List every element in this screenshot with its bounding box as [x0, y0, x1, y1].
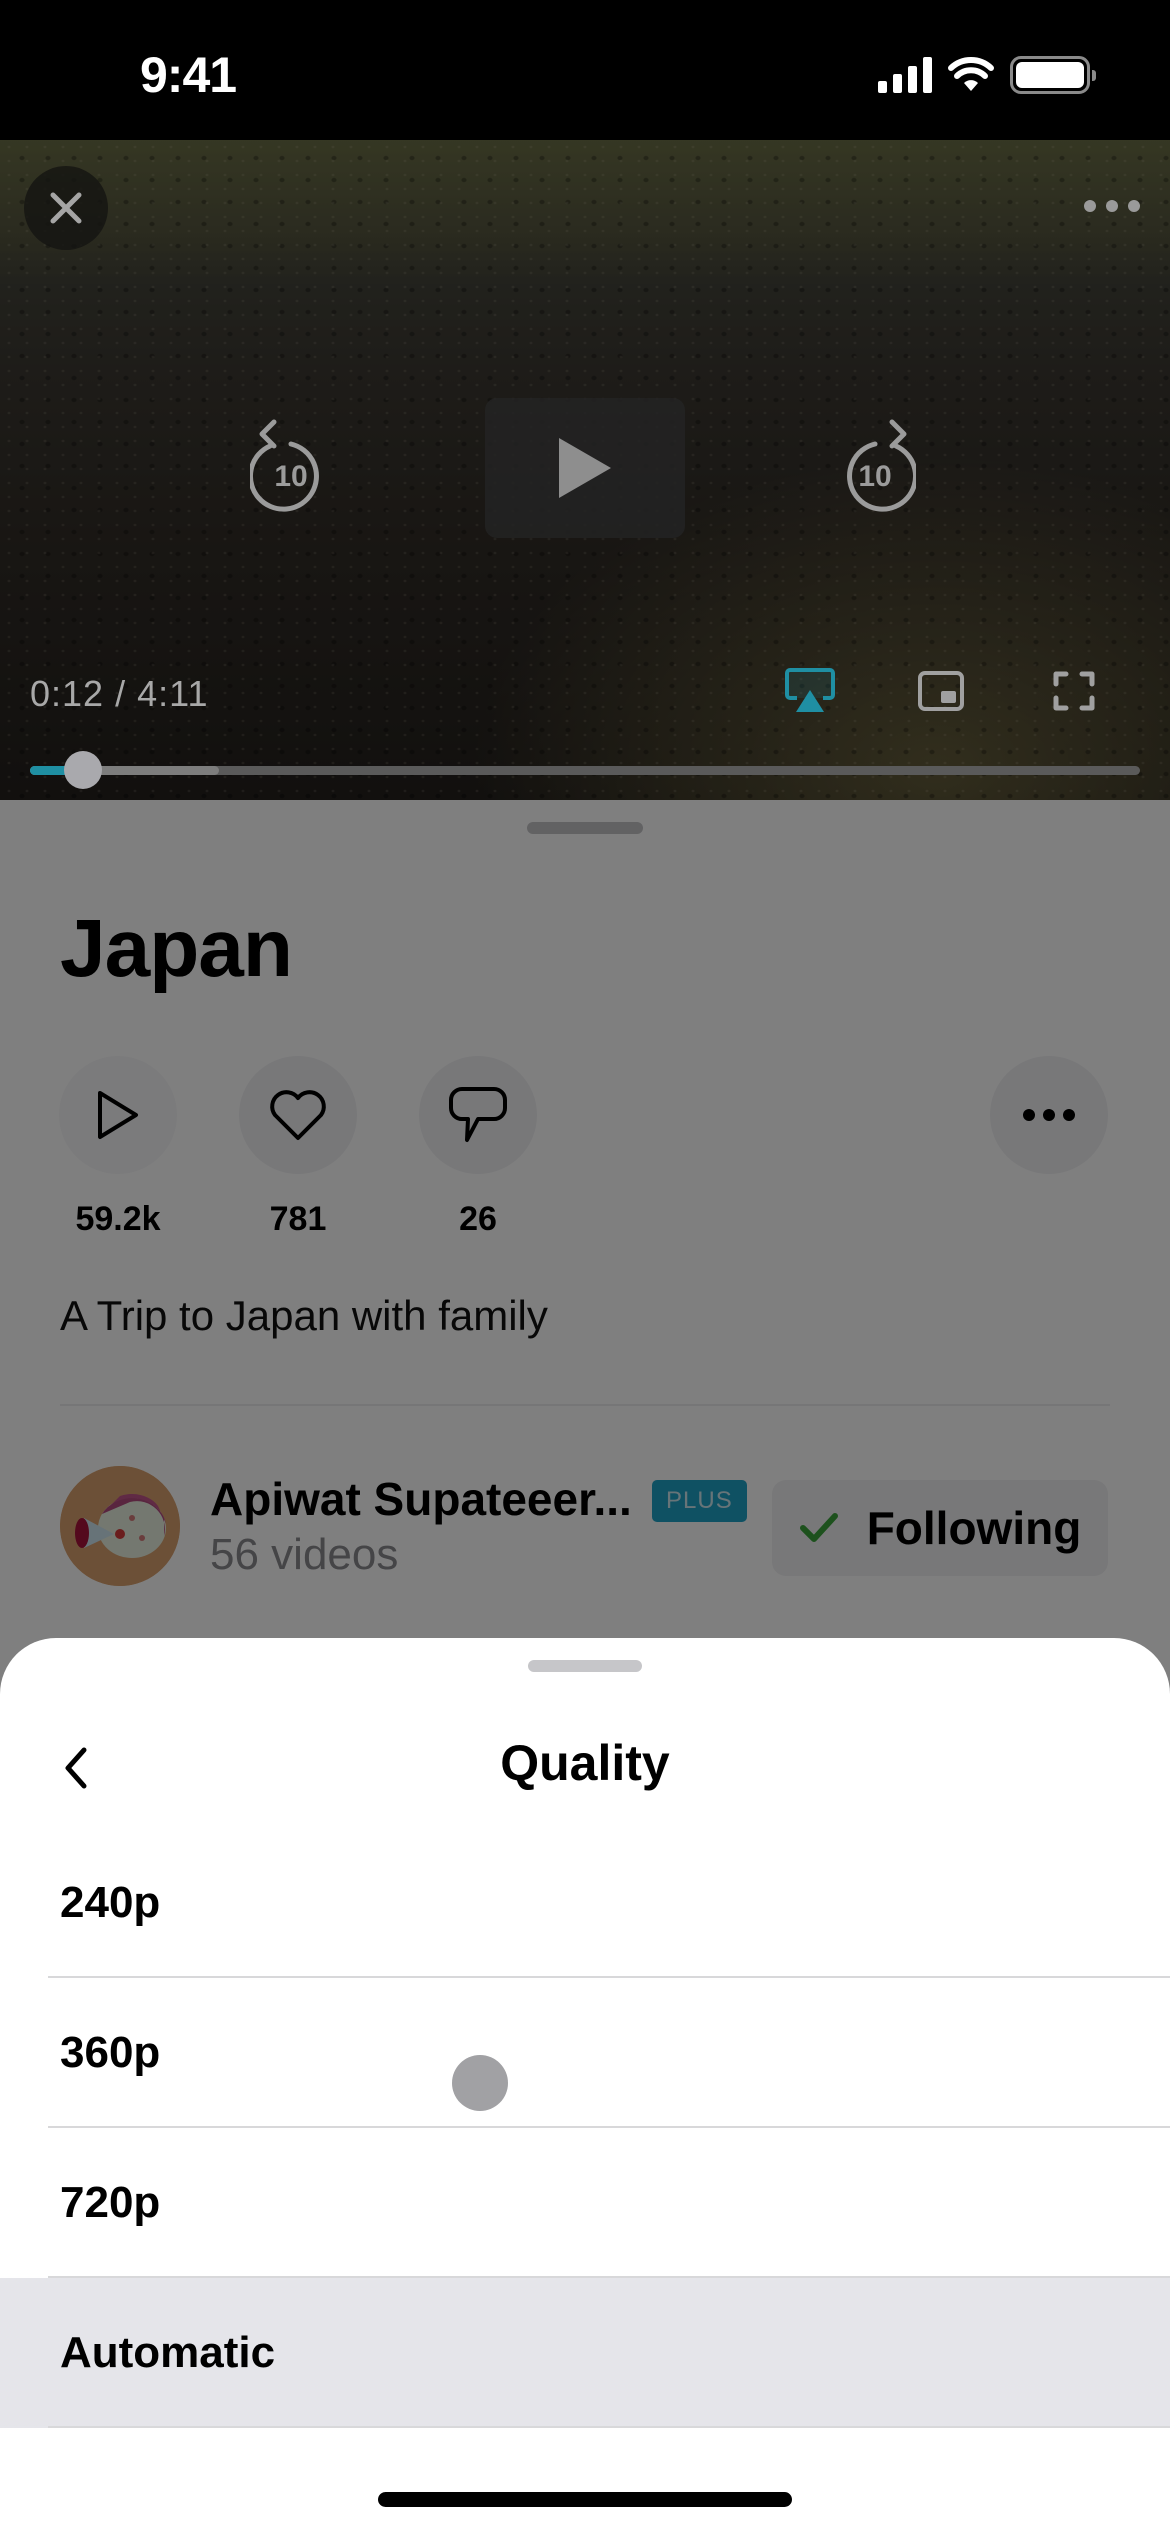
option-label: 720p	[60, 2178, 161, 2227]
sheet-grabber[interactable]	[528, 1660, 642, 1672]
svg-text:10: 10	[274, 460, 307, 493]
more-options-button[interactable]	[1084, 200, 1140, 212]
quality-option-720p[interactable]: 720p	[0, 2128, 1170, 2278]
svg-text:10: 10	[858, 460, 891, 493]
progress-slider[interactable]	[30, 751, 1140, 789]
option-label: 240p	[60, 1878, 161, 1927]
quality-option-automatic[interactable]: Automatic	[0, 2278, 1170, 2428]
status-time: 9:41	[140, 47, 237, 103]
touch-indicator	[452, 2055, 508, 2111]
sheet-title: Quality	[500, 1735, 670, 1791]
quality-options-list: 240p 360p 720p Automatic	[0, 1828, 1170, 2428]
skip-forward-button[interactable]: 10	[836, 416, 919, 516]
airplay-icon	[785, 668, 835, 712]
quality-option-360p[interactable]: 360p	[0, 1978, 1170, 2128]
cellular-signal-icon	[878, 57, 932, 93]
time-readout: 0:12 / 4:11	[30, 673, 209, 714]
video-player[interactable]: 10 10 0:12 / 4:11	[0, 140, 1170, 800]
more-horizontal-icon	[1084, 200, 1096, 212]
progress-knob[interactable]	[64, 751, 103, 789]
battery-icon	[1010, 56, 1096, 94]
wifi-icon	[948, 57, 994, 91]
airplay-button[interactable]	[785, 668, 835, 714]
close-button[interactable]	[24, 166, 108, 250]
rewind-10-icon: 10	[247, 419, 319, 512]
option-label: Automatic	[60, 2328, 276, 2377]
home-indicator[interactable]	[378, 2492, 792, 2507]
fullscreen-button[interactable]	[1053, 671, 1095, 711]
playback-controls: 10 10	[0, 398, 1170, 538]
close-icon	[50, 192, 82, 224]
option-label: 360p	[60, 2028, 161, 2077]
quality-sheet: Quality 240p 360p 720p Automatic	[0, 1638, 1170, 2532]
status-bar: 9:41	[0, 0, 1170, 140]
picture-in-picture-button[interactable]	[918, 671, 964, 711]
forward-10-icon: 10	[847, 419, 919, 512]
fullscreen-icon	[1053, 671, 1095, 711]
status-icons	[878, 56, 1096, 94]
play-icon	[559, 438, 611, 498]
quality-option-240p[interactable]: 240p	[0, 1828, 1170, 1978]
play-button[interactable]	[485, 398, 685, 538]
skip-back-button[interactable]: 10	[247, 416, 330, 516]
picture-in-picture-icon	[918, 671, 964, 711]
